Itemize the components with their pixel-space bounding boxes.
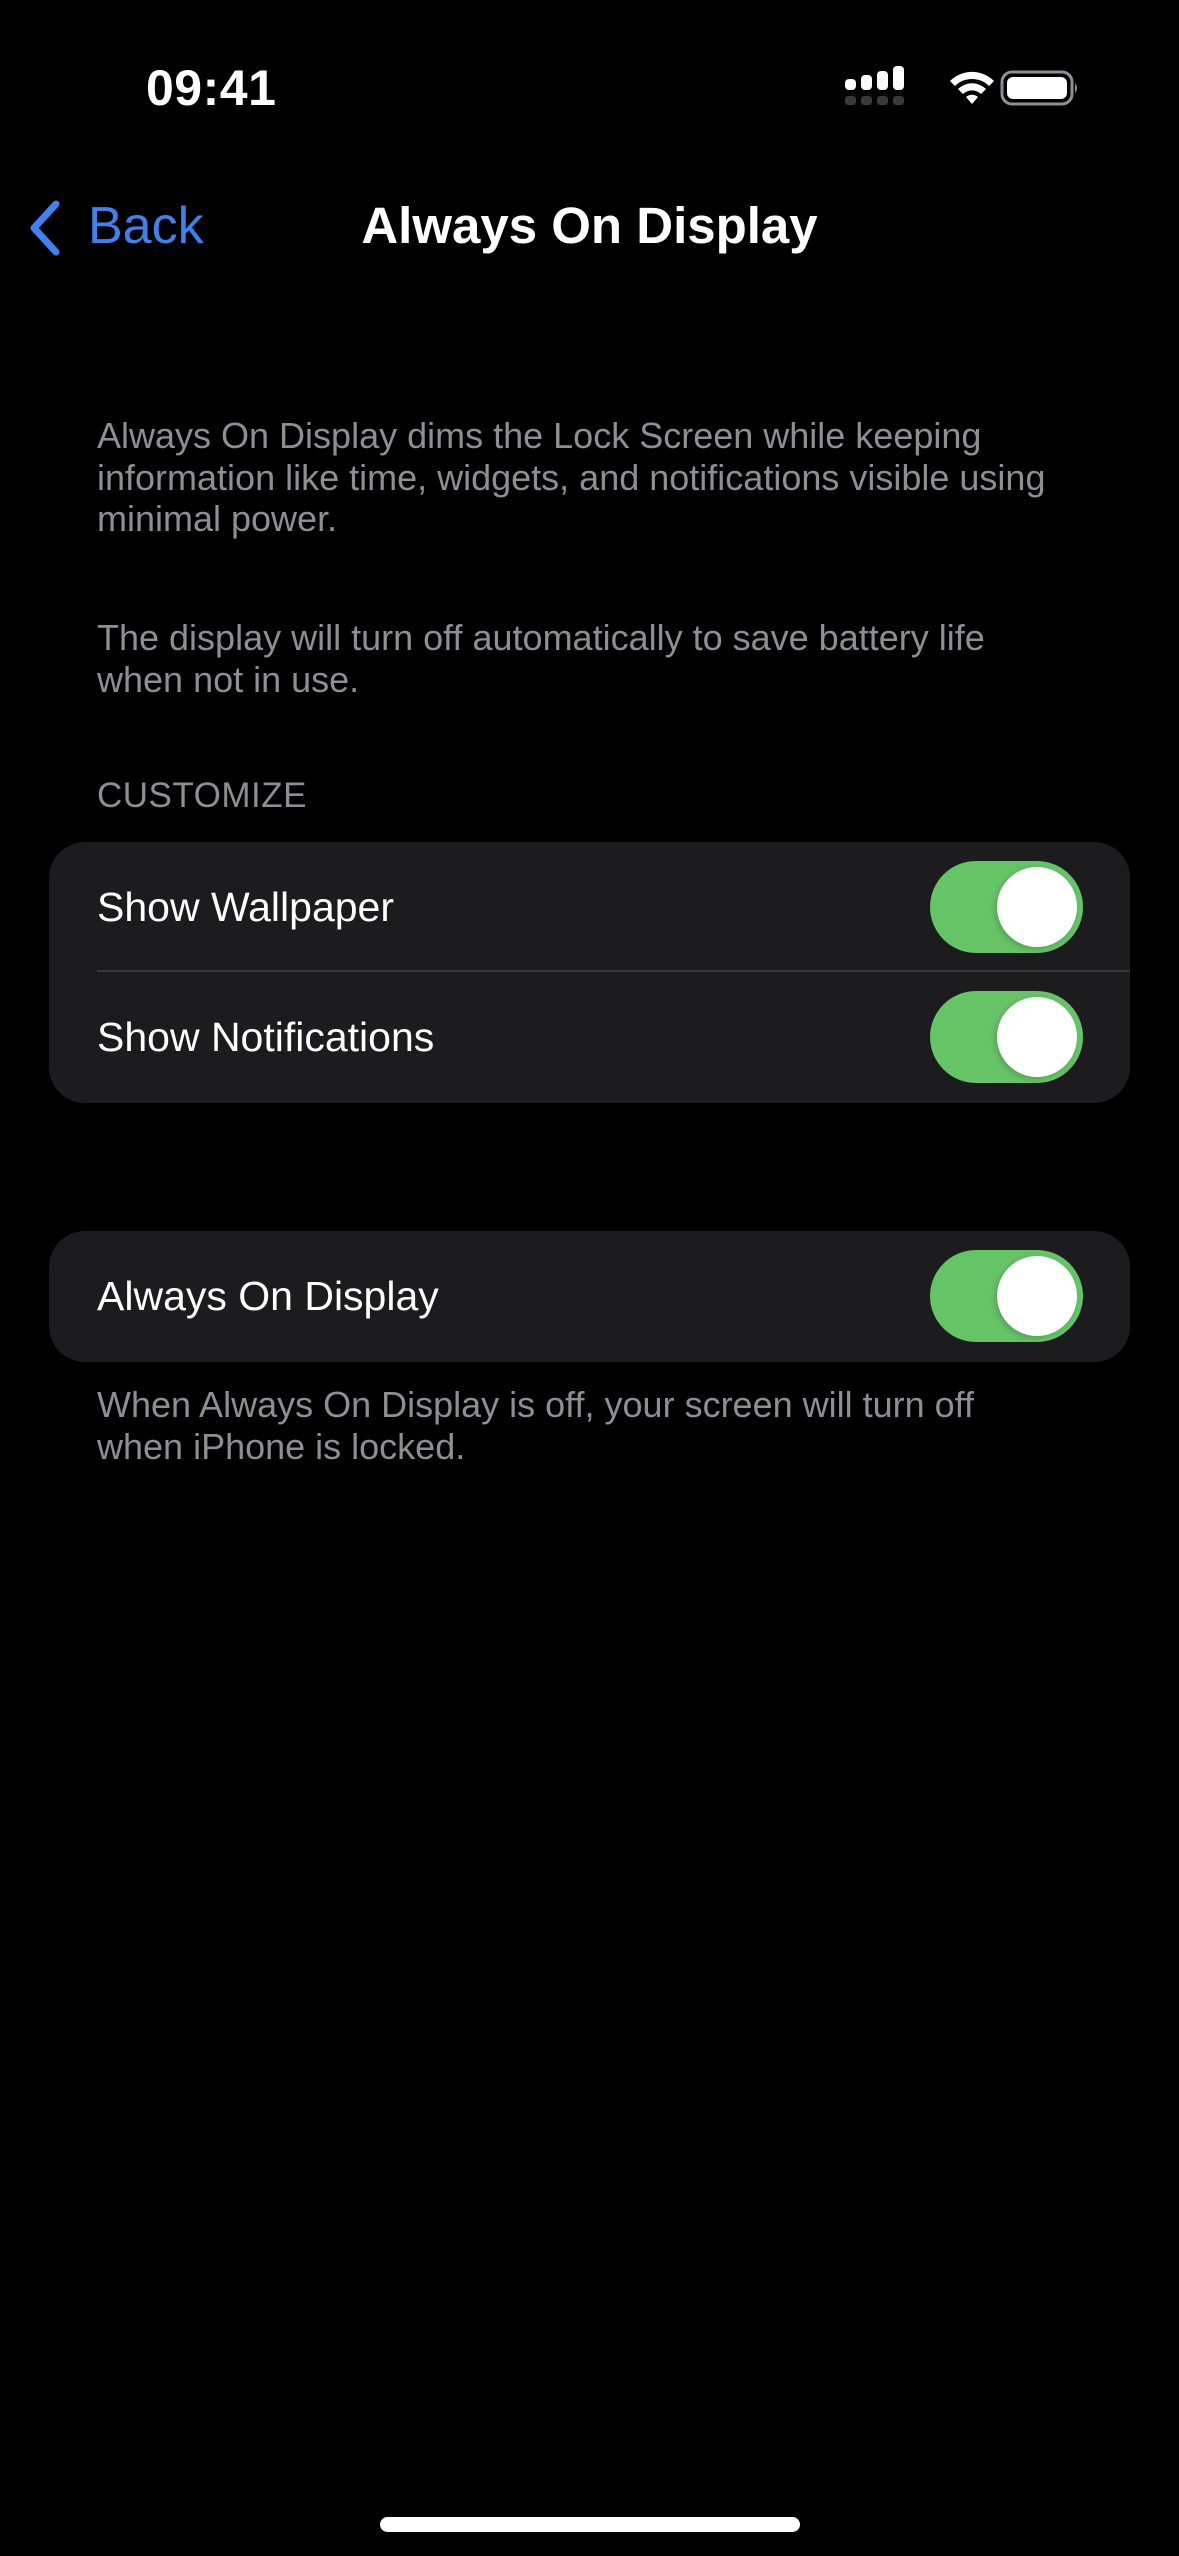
- customize-card: Show Wallpaper Show Notifications: [49, 842, 1130, 1103]
- always-on-display-toggle[interactable]: [930, 1250, 1083, 1342]
- status-time: 09:41: [146, 60, 277, 116]
- toggle-knob: [997, 1256, 1077, 1336]
- status-icons: [845, 66, 1085, 112]
- always-on-card: Always On Display: [49, 1231, 1130, 1362]
- always-on-display-label: Always On Display: [97, 1272, 439, 1319]
- show-wallpaper-row: Show Wallpaper: [49, 842, 1130, 972]
- always-on-display-row: Always On Display: [49, 1231, 1130, 1361]
- toggle-knob: [997, 867, 1077, 947]
- home-indicator[interactable]: [380, 2517, 800, 2532]
- battery-icon: [1000, 70, 1077, 106]
- show-notifications-row: Show Notifications: [49, 972, 1130, 1102]
- footer-note: When Always On Display is off, your scre…: [97, 1384, 975, 1467]
- show-wallpaper-toggle[interactable]: [930, 861, 1083, 953]
- section-header-customize: CUSTOMIZE: [97, 776, 307, 815]
- page-title: Always On Display: [361, 197, 818, 254]
- wifi-icon: [950, 71, 994, 104]
- show-notifications-label: Show Notifications: [97, 1013, 435, 1060]
- show-notifications-toggle[interactable]: [930, 991, 1083, 1083]
- show-wallpaper-label: Show Wallpaper: [97, 883, 395, 930]
- cellular-signal-icon: [845, 66, 904, 105]
- description-paragraph-1: Always On Display dims the Lock Screen w…: [97, 415, 1046, 540]
- toggle-knob: [997, 997, 1077, 1077]
- description-paragraph-2: The display will turn off automatically …: [97, 617, 985, 700]
